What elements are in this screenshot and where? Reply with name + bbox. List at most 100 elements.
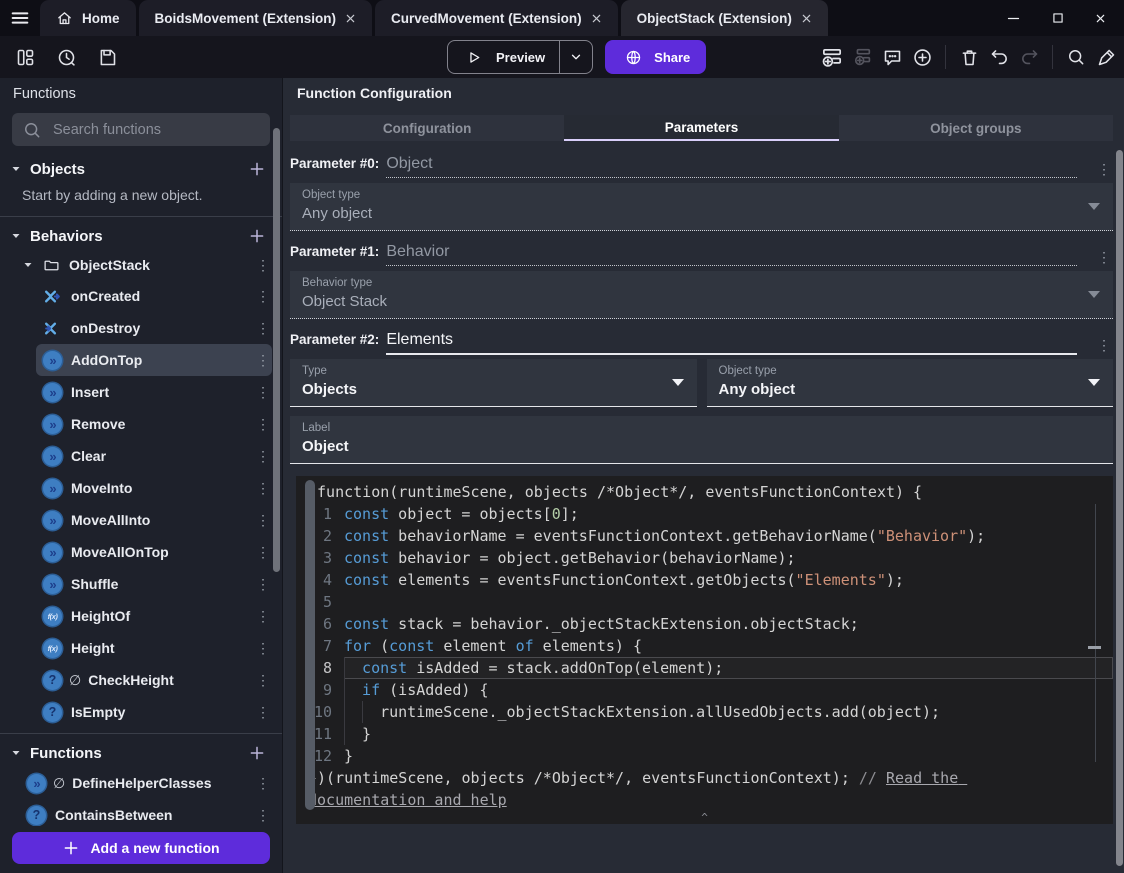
- select-field-behavior-type[interactable]: Behavior type Object Stack: [290, 271, 1113, 319]
- item-menu-button[interactable]: ⋮: [254, 512, 272, 529]
- sidebar-item-ondestroy[interactable]: onDestroy ⋮: [36, 312, 272, 344]
- add-new-function-button[interactable]: Add a new function: [12, 832, 270, 864]
- panel-tab-object-groups[interactable]: Object groups: [839, 115, 1113, 141]
- code-line-10[interactable]: 10 runtimeScene._objectStackExtension.al…: [296, 701, 1113, 723]
- code-line-1[interactable]: 1 const object = objects[0];: [296, 503, 1113, 525]
- collapse-caret-icon[interactable]: [10, 163, 22, 175]
- code-line-11[interactable]: 11 }: [296, 723, 1113, 745]
- sidebar-item-height[interactable]: f(x) Height ⋮: [36, 632, 272, 664]
- minimize-button[interactable]: [1006, 11, 1021, 26]
- sidebar-item-definehelperclasses[interactable]: » ∅ DefineHelperClasses ⋮: [20, 767, 272, 799]
- code-line-4[interactable]: 4 const elements = eventsFunctionContext.…: [296, 569, 1113, 591]
- item-menu-button[interactable]: ⋮: [254, 704, 272, 721]
- layout-columns-icon[interactable]: [13, 45, 37, 69]
- preview-dropdown-button[interactable]: [560, 41, 592, 73]
- parameter-name-input[interactable]: Behavior: [386, 243, 1077, 266]
- search-icon[interactable]: [1064, 45, 1088, 69]
- add-comment-icon[interactable]: [880, 45, 904, 69]
- item-menu-button[interactable]: ⋮: [254, 288, 272, 305]
- sidebar-item-moveallontop[interactable]: » MoveAllOnTop ⋮: [36, 536, 272, 568]
- code-line-12[interactable]: 12}: [296, 745, 1113, 767]
- parameter-menu-button[interactable]: ⋮: [1095, 161, 1113, 178]
- main-menu-button[interactable]: [0, 0, 40, 36]
- item-menu-button[interactable]: ⋮: [254, 352, 272, 369]
- maximize-button[interactable]: [1051, 11, 1065, 25]
- add-sub-event-icon[interactable]: [850, 45, 874, 69]
- code-line-3[interactable]: 3 const behavior = object.getBehavior(beh…: [296, 547, 1113, 569]
- add-functions-button[interactable]: [248, 744, 266, 762]
- add-behaviors-button[interactable]: [248, 227, 266, 245]
- panel-scrollbar[interactable]: [1116, 150, 1123, 866]
- item-menu-button[interactable]: ⋮: [254, 384, 272, 401]
- item-menu-button[interactable]: ⋮: [254, 608, 272, 625]
- item-menu-button[interactable]: ⋮: [254, 640, 272, 657]
- sidebar-item-clear[interactable]: » Clear ⋮: [36, 440, 272, 472]
- sidebar-scrollbar[interactable]: [273, 128, 280, 572]
- parameter-menu-button[interactable]: ⋮: [1095, 249, 1113, 266]
- item-menu-button[interactable]: ⋮: [254, 320, 272, 337]
- item-menu-button[interactable]: ⋮: [254, 480, 272, 497]
- sidebar-item-moveallinto[interactable]: » MoveAllInto ⋮: [36, 504, 272, 536]
- sidebar-item-shuffle[interactable]: » Shuffle ⋮: [36, 568, 272, 600]
- editor-resize-handle[interactable]: ^: [701, 812, 708, 824]
- sidebar-item-heightof[interactable]: f(x) HeightOf ⋮: [36, 600, 272, 632]
- tab-close-icon[interactable]: [591, 13, 602, 24]
- section-header-functions[interactable]: Functions: [0, 739, 282, 767]
- section-header-objects[interactable]: Objects: [0, 155, 282, 183]
- section-header-behaviors[interactable]: Behaviors: [0, 222, 282, 250]
- select-field-object-type[interactable]: Object type Any object: [290, 183, 1113, 231]
- tab-curvedmovement-extension[interactable]: CurvedMovement (Extension): [375, 0, 618, 36]
- item-menu-button[interactable]: ⋮: [254, 257, 272, 274]
- item-menu-button[interactable]: ⋮: [254, 416, 272, 433]
- add-event-icon[interactable]: [820, 45, 844, 69]
- save-icon[interactable]: [95, 45, 119, 69]
- collapse-caret-icon[interactable]: [10, 230, 22, 242]
- redo-icon[interactable]: [1017, 45, 1041, 69]
- close-window-button[interactable]: [1095, 13, 1106, 24]
- text-field-label[interactable]: Label Object: [290, 416, 1113, 464]
- parameter-menu-button[interactable]: ⋮: [1095, 337, 1113, 354]
- share-button[interactable]: Share: [605, 40, 707, 74]
- code-line-2[interactable]: 2 const behaviorName = eventsFunctionCont…: [296, 525, 1113, 547]
- history-icon[interactable]: [54, 45, 78, 69]
- parameter-name-input[interactable]: Elements: [386, 331, 1077, 355]
- code-line-6[interactable]: 6 const stack = behavior._objectStackExte…: [296, 613, 1113, 635]
- item-menu-button[interactable]: ⋮: [254, 775, 272, 792]
- code-line-5[interactable]: 5: [296, 591, 1113, 613]
- panel-tab-configuration[interactable]: Configuration: [290, 115, 564, 141]
- item-menu-button[interactable]: ⋮: [254, 544, 272, 561]
- sidebar-item-moveinto[interactable]: » MoveInto ⋮: [36, 472, 272, 504]
- add-objects-button[interactable]: [248, 160, 266, 178]
- sidebar-item-checkheight[interactable]: ? ∅ CheckHeight ⋮: [36, 664, 272, 696]
- sidebar-item-containsbetween[interactable]: ? ContainsBetween ⋮: [20, 799, 272, 826]
- search-functions-box[interactable]: [12, 113, 270, 146]
- sidebar-item-addontop[interactable]: » AddOnTop ⋮: [36, 344, 272, 376]
- item-menu-button[interactable]: ⋮: [254, 576, 272, 593]
- add-circle-icon[interactable]: [910, 45, 934, 69]
- parameter-name-input[interactable]: Object: [386, 155, 1077, 178]
- collapse-caret-icon[interactable]: [10, 747, 22, 759]
- code-line-9[interactable]: 9 if (isAdded) {: [296, 679, 1113, 701]
- code-line-7[interactable]: 7 for (const element of elements) {: [296, 635, 1113, 657]
- item-menu-button[interactable]: ⋮: [254, 448, 272, 465]
- behavior-group-objectstack[interactable]: ObjectStack ⋮: [0, 250, 282, 280]
- editor-left-scrollbar[interactable]: [305, 480, 315, 810]
- sidebar-item-isempty[interactable]: ? IsEmpty ⋮: [36, 696, 272, 728]
- tab-boidsmovement-extension[interactable]: BoidsMovement (Extension): [138, 0, 373, 36]
- tab-objectstack-extension[interactable]: ObjectStack (Extension): [620, 0, 828, 36]
- javascript-code-editor[interactable]: (function(runtimeScene, objects /*Object…: [296, 476, 1113, 824]
- search-functions-input[interactable]: [51, 120, 260, 139]
- item-menu-button[interactable]: ⋮: [254, 807, 272, 824]
- trash-icon[interactable]: [957, 45, 981, 69]
- sidebar-item-remove[interactable]: » Remove ⋮: [36, 408, 272, 440]
- tab-home[interactable]: Home: [40, 0, 136, 36]
- select-field-object-type[interactable]: Object type Any object: [706, 359, 1113, 407]
- preview-button[interactable]: Preview: [447, 40, 594, 74]
- panel-tab-parameters[interactable]: Parameters: [564, 115, 839, 141]
- edit-pen-icon[interactable]: [1094, 45, 1118, 69]
- sidebar-item-oncreated[interactable]: onCreated ⋮: [36, 280, 272, 312]
- code-line-8[interactable]: 8 const isAdded = stack.addOnTop(element…: [296, 657, 1113, 679]
- collapse-caret-icon[interactable]: [22, 259, 34, 271]
- select-field-type[interactable]: Type Objects: [290, 359, 697, 407]
- tab-close-icon[interactable]: [801, 13, 812, 24]
